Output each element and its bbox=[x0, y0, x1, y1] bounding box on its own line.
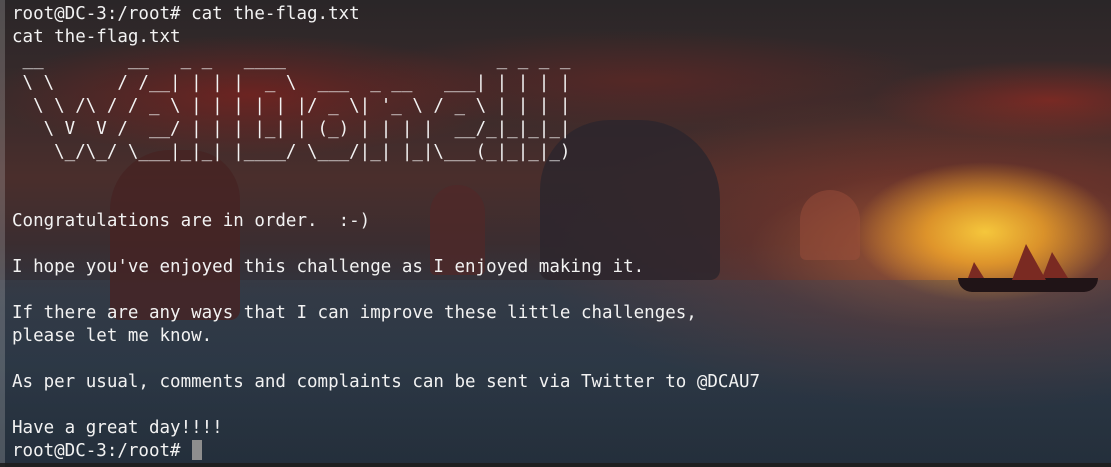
background-boat-sail bbox=[1012, 244, 1046, 280]
terminal-line: please let me know. bbox=[12, 326, 213, 346]
ascii-art-line: \ \ / /__| | | | _ \ ___ _ __ ___| | | |… bbox=[12, 73, 571, 93]
window-edge bbox=[0, 0, 5, 467]
ascii-art-line: \ V V / __/ | | | |_| | (_) | | | | __/_… bbox=[12, 119, 571, 139]
terminal-line: cat the-flag.txt bbox=[12, 27, 181, 47]
background-boat-sail bbox=[1042, 252, 1068, 278]
terminal-line: root@DC-3:/root# cat the-flag.txt bbox=[12, 4, 360, 24]
terminal-output[interactable]: root@DC-3:/root# cat the-flag.txt cat th… bbox=[12, 3, 760, 463]
ascii-art-line: __ __ _ _ ____ _ _ _ _ bbox=[12, 50, 581, 70]
ascii-art-line: \ \ /\ / / _ \ | | | | | |/ _ \| '_ \ / … bbox=[12, 96, 571, 116]
window-edge bbox=[0, 463, 1111, 467]
background-rock bbox=[800, 190, 860, 260]
terminal-window[interactable]: root@DC-3:/root# cat the-flag.txt cat th… bbox=[0, 0, 1111, 467]
terminal-line: Congratulations are in order. :-) bbox=[12, 211, 371, 231]
background-boat bbox=[958, 278, 1098, 292]
ascii-art-line: \_/\_/ \___|_|_| |____/ \___/|_| |_|\___… bbox=[12, 142, 571, 162]
terminal-line: I hope you've enjoyed this challenge as … bbox=[12, 257, 645, 277]
terminal-line: If there are any ways that I can improve… bbox=[12, 303, 697, 323]
text-cursor[interactable] bbox=[192, 440, 203, 460]
terminal-line: As per usual, comments and complaints ca… bbox=[12, 372, 761, 392]
terminal-line: Have a great day!!!! bbox=[12, 418, 223, 438]
background-boat-sail bbox=[968, 262, 984, 278]
prompt-line: root@DC-3:/root# bbox=[12, 441, 192, 461]
